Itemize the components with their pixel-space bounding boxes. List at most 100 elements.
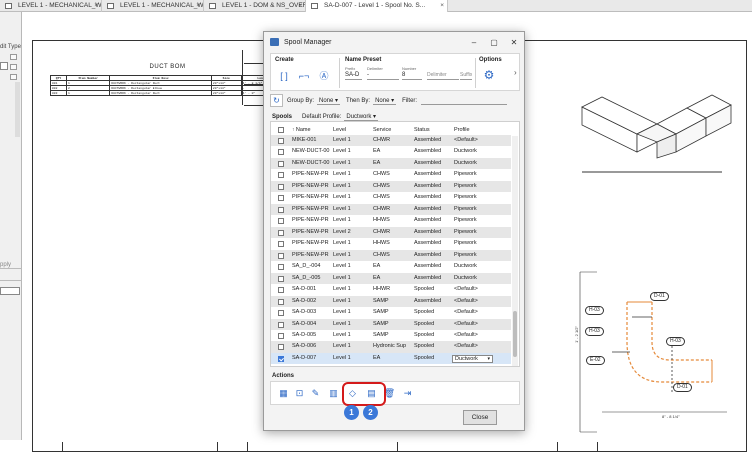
table-row[interactable]: PIPE-NEW-PR Level 1 HHWS Assembled Pipework — [271, 215, 511, 226]
apply-label[interactable]: pply — [0, 262, 11, 268]
view-tab[interactable]: LEVEL 1 - DOM & NS_OVERALL× — [204, 0, 306, 12]
table-row[interactable]: SA-D-007 Level 1 EA Spooled Ductwork ▾ — [271, 352, 511, 365]
row-checkbox[interactable] — [278, 172, 284, 179]
filter-input[interactable] — [421, 96, 508, 105]
spool-profile-cell[interactable]: Pipework — [454, 192, 494, 203]
table-row[interactable]: PIPE-NEW-PR Level 1 CHWS Assembled Pipework — [271, 192, 511, 203]
column-header-status[interactable]: Status — [414, 125, 452, 135]
row-checkbox[interactable] — [278, 275, 284, 282]
spool-profile-cell[interactable]: Pipework — [454, 227, 494, 238]
tag-h03-c[interactable]: H-03 — [666, 337, 685, 346]
chevron-right-icon[interactable]: › — [514, 68, 517, 77]
create-spool-bracket-icon[interactable]: [ ] — [277, 69, 291, 83]
table-row[interactable]: NEW-DUCT-00 Level 1 EA Assembled Ductwork — [271, 146, 511, 157]
tag-e02[interactable]: E-02 — [586, 356, 605, 365]
spool-profile-cell[interactable]: <Default> — [454, 284, 494, 295]
spools-grid[interactable]: ↑ Name Level Service Status Profile MIKE… — [270, 121, 520, 367]
number-field[interactable]: 8 — [402, 71, 422, 80]
column-header-name[interactable]: ↑ Name — [292, 125, 330, 135]
close-tab-icon[interactable]: × — [440, 0, 444, 12]
table-row[interactable]: PIPE-NEW-PR Level 1 CHWS Assembled Pipework — [271, 180, 511, 193]
table-row[interactable]: SA-D-004 Level 1 SAMP Spooled <Default> — [271, 318, 511, 330]
export-icon[interactable]: ⇥ — [401, 387, 414, 400]
table-row[interactable]: PIPE-NEW-PR Level 1 CHWS Assembled Pipework — [271, 169, 511, 180]
column-header-service[interactable]: Service — [373, 125, 413, 135]
spool-profile-cell[interactable]: Ductwork — [454, 261, 494, 272]
close-window-button[interactable]: ✕ — [504, 38, 524, 47]
spool-profile-cell[interactable]: <Default> — [454, 296, 494, 307]
gear-icon[interactable]: ⚙ — [481, 67, 497, 83]
view-tab[interactable]: SA-D-007 - Level 1 - Spool No. S... × — [306, 0, 448, 12]
row-checkbox[interactable] — [278, 332, 284, 339]
spool-profile-cell[interactable]: <Default> — [454, 330, 494, 341]
table-row[interactable]: MIKE-001 Level 1 CHWR Assembled <Default> — [271, 135, 511, 147]
spool-profile-cell[interactable]: Ductwork — [454, 158, 494, 169]
tag-d01-top[interactable]: D-01 — [650, 292, 669, 301]
spool-profile-cell[interactable]: Pipework — [454, 181, 494, 192]
tag-h03-b[interactable]: H-03 — [585, 327, 604, 336]
row-checkbox[interactable] — [278, 355, 284, 362]
create-from-run-icon[interactable]: ⌐¬ — [297, 69, 311, 83]
scrollbar-thumb[interactable] — [513, 311, 517, 357]
spool-profile-cell[interactable]: Ductwork — [454, 146, 494, 157]
spool-layout-icon[interactable]: ▦ — [277, 387, 290, 400]
spool-profile-cell[interactable]: Pipework — [454, 215, 494, 226]
row-checkbox[interactable] — [278, 321, 284, 328]
then-by-dropdown[interactable]: None ▾ — [373, 97, 397, 105]
table-row[interactable]: SA_D_-005 Level 1 EA Assembled Ductwork — [271, 272, 511, 285]
row-checkbox[interactable] — [278, 287, 284, 294]
column-header-profile[interactable]: Profile — [454, 125, 494, 135]
spool-profile-cell[interactable]: Pipework — [454, 169, 494, 180]
select-all-checkbox[interactable] — [278, 127, 284, 133]
table-row[interactable]: SA-D-002 Level 1 SAMP Assembled <Default> — [271, 295, 511, 308]
spool-profile-cell[interactable]: Pipework — [454, 238, 494, 249]
edit-pencil-icon[interactable]: ✎ — [309, 387, 322, 400]
row-checkbox[interactable] — [278, 149, 284, 156]
default-profile-dropdown[interactable]: Ductwork ▾ — [344, 113, 379, 121]
panel-scrollbar[interactable] — [15, 82, 20, 137]
tag-h03-a[interactable]: H-03 — [585, 306, 604, 315]
spool-profile-cell[interactable]: Pipework — [454, 250, 494, 261]
row-checkbox[interactable] — [278, 160, 284, 167]
table-row[interactable]: PIPE-NEW-PR Level 2 CHWR Assembled Pipework — [271, 226, 511, 239]
minimize-button[interactable]: – — [464, 38, 484, 47]
spool-profile-cell[interactable]: <Default> — [454, 341, 494, 352]
row-checkbox[interactable] — [278, 344, 284, 351]
create-sheet-icon[interactable]: ⊡ — [293, 387, 306, 400]
panel-button[interactable] — [10, 64, 17, 70]
close-tab-icon[interactable]: × — [94, 0, 98, 12]
table-row[interactable]: SA_D_-004 Level 1 EA Assembled Ductwork — [271, 261, 511, 272]
view-tab[interactable]: LEVEL 1 - MECHANICAL_WORKING× — [0, 0, 102, 12]
row-checkbox[interactable] — [278, 252, 284, 259]
prefix-field[interactable]: SA-D — [345, 71, 362, 80]
row-checkbox[interactable] — [278, 138, 284, 144]
column-header-level[interactable]: Level — [333, 125, 371, 135]
panel-field[interactable] — [0, 287, 20, 295]
table-row[interactable]: PIPE-NEW-PR Level 1 CHWR Assembled Pipework — [271, 203, 511, 216]
profile-dropdown[interactable]: Ductwork ▾ — [452, 354, 493, 363]
tag-d01-bottom[interactable]: D-01 — [673, 383, 692, 392]
table-row[interactable]: PIPE-NEW-PR Level 1 CHWS Assembled Pipework — [271, 249, 511, 262]
close-tab-icon[interactable]: × — [298, 0, 302, 12]
delimiter2-field[interactable]: Delimiter — [427, 71, 459, 80]
auto-create-icon[interactable]: Ⓐ — [317, 69, 331, 83]
table-row[interactable]: SA-D-003 Level 1 SAMP Spooled <Default> — [271, 307, 511, 318]
delimiter-field[interactable]: - — [367, 71, 399, 80]
table-row[interactable]: SA-D-005 Level 1 SAMP Spooled <Default> — [271, 330, 511, 341]
spool-profile-cell[interactable]: <Default> — [454, 135, 494, 146]
spool-profile-cell[interactable]: Ductwork — [454, 273, 494, 284]
close-tab-icon[interactable]: × — [196, 0, 200, 12]
row-checkbox[interactable] — [278, 206, 284, 213]
panel-button[interactable] — [10, 74, 17, 80]
edit-type-label[interactable]: dit Type — [0, 44, 21, 50]
row-checkbox[interactable] — [278, 264, 284, 271]
suffix-field[interactable]: Suffix — [460, 71, 472, 80]
close-button[interactable]: Close — [463, 410, 497, 425]
row-checkbox[interactable] — [278, 218, 284, 225]
row-checkbox[interactable] — [278, 298, 284, 305]
table-row[interactable]: NEW-DUCT-00 Level 1 EA Assembled Ductwork — [271, 157, 511, 170]
table-row[interactable]: SA-D-006 Level 1 Hydronic Sup Spooled <Defau… — [271, 341, 511, 353]
table-row[interactable]: PIPE-NEW-PR Level 1 HHWS Assembled Pipework — [271, 238, 511, 249]
spool-profile-cell[interactable]: Pipework — [454, 204, 494, 215]
row-checkbox[interactable] — [278, 229, 284, 236]
